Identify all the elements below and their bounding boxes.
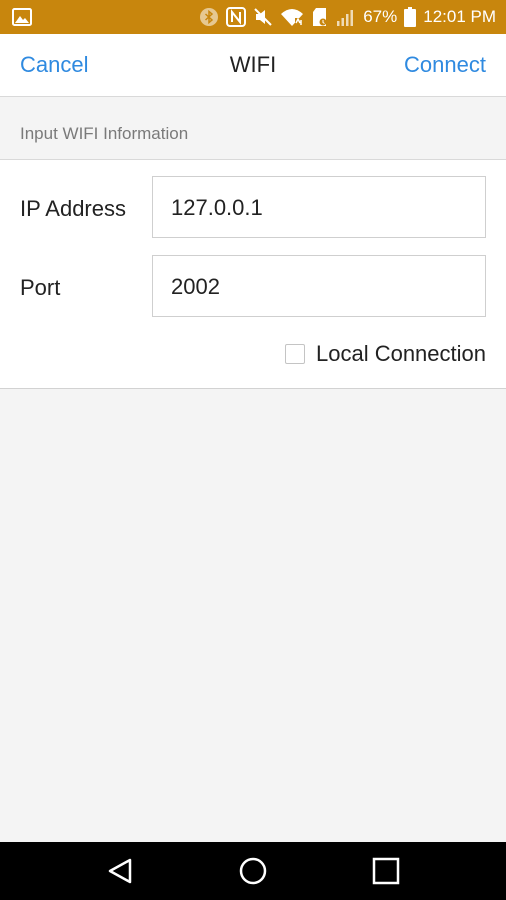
back-icon xyxy=(108,858,132,884)
clock: 12:01 PM xyxy=(423,7,496,26)
wifi-icon xyxy=(281,9,304,26)
ip-address-field[interactable]: 127.0.0.1 xyxy=(152,176,486,238)
android-nav-bar xyxy=(0,842,506,900)
local-connection-label: Local Connection xyxy=(315,341,486,366)
battery-percent: 67% xyxy=(363,7,398,26)
wifi-form: IP Address 127.0.0.1 Port 2002 Local Con… xyxy=(0,160,506,389)
port-field[interactable]: 2002 xyxy=(152,255,486,317)
connect-button[interactable]: Connect xyxy=(404,52,486,78)
sd-card-icon xyxy=(313,8,327,26)
recents-button[interactable] xyxy=(372,857,400,885)
battery-icon xyxy=(404,7,417,27)
port-label: Port xyxy=(20,275,61,300)
home-button[interactable] xyxy=(239,857,267,885)
mute-icon xyxy=(254,8,272,26)
signal-icon xyxy=(337,10,354,26)
bluetooth-icon xyxy=(200,8,219,26)
back-button[interactable] xyxy=(106,857,134,885)
status-bar: 67% 12:01 PM xyxy=(0,0,506,34)
section-header: Input WIFI Information xyxy=(0,97,506,160)
home-icon xyxy=(239,857,267,885)
gallery-icon xyxy=(12,8,32,26)
port-value: 2002 xyxy=(171,274,220,299)
recents-icon xyxy=(372,857,400,885)
local-connection-row[interactable]: Local Connection xyxy=(284,340,486,368)
status-icons: 67% 12:01 PM xyxy=(199,0,496,34)
local-connection-checkbox[interactable] xyxy=(284,344,305,364)
nav-bar: Cancel WIFI Connect xyxy=(0,34,506,97)
ip-address-value: 127.0.0.1 xyxy=(171,195,263,220)
section-header-label: Input WIFI Information xyxy=(20,124,189,143)
nfc-icon xyxy=(226,7,247,27)
ip-address-label: IP Address xyxy=(20,196,126,221)
